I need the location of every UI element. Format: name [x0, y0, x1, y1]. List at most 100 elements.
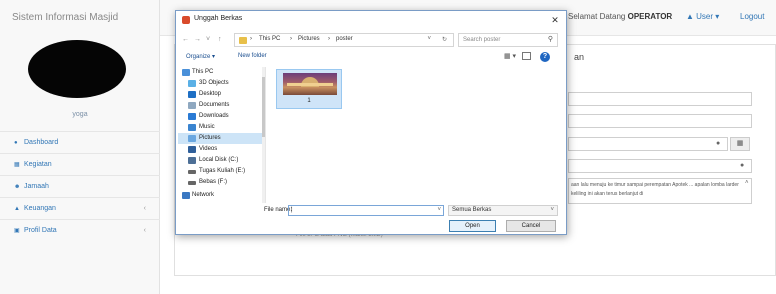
tree-item-label: Downloads — [199, 113, 229, 119]
tree-item-label: Desktop — [199, 91, 222, 97]
tree-item-pictures[interactable]: Pictures — [178, 133, 262, 144]
calendar-icon: ▦ — [736, 140, 744, 147]
refresh-icon[interactable]: ↻ — [442, 36, 447, 43]
welcome-prefix: Selamat Datang — [568, 12, 626, 21]
organize-button[interactable]: Organize ▾ — [186, 53, 215, 60]
sidebar-item-keuangan[interactable]: ▲ Keuangan ‹ — [0, 197, 160, 219]
user-name: yoga — [72, 111, 88, 118]
forward-icon[interactable]: → — [194, 33, 201, 47]
open-button[interactable]: Open — [449, 220, 496, 232]
description-textarea[interactable]: aan lalu menuju ke timur sampai perempat… — [568, 178, 752, 204]
search-input[interactable]: Search poster ⚲ — [458, 33, 558, 47]
search-placeholder: Search poster — [463, 37, 501, 43]
help-icon[interactable]: ? — [540, 52, 550, 62]
file-name: 1 — [307, 98, 311, 104]
sidebar-item-label: Jamaah — [24, 183, 49, 190]
tree-item-label: Network — [192, 192, 215, 198]
address-row: ← → ˅ ↑ › This PC › Pictures › poster ˅ … — [176, 33, 566, 47]
logout-link[interactable]: Logout — [740, 12, 764, 21]
text-field[interactable] — [568, 114, 752, 128]
calendar-button[interactable]: ▦ — [730, 137, 750, 151]
up-icon[interactable]: ↑ — [218, 33, 222, 47]
tree-item-label: Pictures — [199, 135, 221, 141]
chevron-down-icon: ˅ — [550, 207, 554, 213]
organize-label: Organize — [186, 54, 211, 60]
text-field[interactable] — [568, 92, 752, 106]
preview-pane-icon[interactable] — [522, 52, 531, 60]
thumbnail-band — [287, 83, 333, 86]
tree-item-network[interactable]: Network — [178, 190, 262, 201]
breadcrumb-pictures[interactable]: Pictures — [298, 36, 320, 42]
pictures-icon — [188, 135, 196, 142]
dashboard-icon: ● — [14, 139, 18, 146]
download-icon — [188, 113, 196, 120]
tree-item-label: Tugas Kuliah (E:) — [199, 168, 246, 174]
back-icon[interactable]: ← — [182, 33, 189, 47]
clear-icon[interactable]: ● — [716, 140, 720, 147]
chevron-left-icon: ‹ — [143, 227, 146, 234]
breadcrumb-poster[interactable]: poster — [336, 36, 353, 42]
sidebar-item-dashboard[interactable]: ● Dashboard — [0, 131, 160, 153]
user-menu[interactable]: ▲ User ▾ — [686, 12, 719, 21]
time-field[interactable] — [568, 159, 752, 173]
tree-item-label: Local Disk (C:) — [199, 157, 239, 163]
file-type-select[interactable]: Semua Berkas ˅ — [448, 205, 558, 216]
view-options-icon[interactable]: ▦ ▾ — [504, 52, 516, 60]
video-icon — [188, 146, 196, 153]
tree-item-desktop[interactable]: Desktop — [178, 89, 262, 100]
tree-item-downloads[interactable]: Downloads — [178, 111, 262, 122]
breadcrumb-this-pc[interactable]: This PC — [259, 36, 280, 42]
users-icon: ☻ — [14, 183, 21, 190]
image-thumbnail — [283, 73, 337, 95]
music-icon — [188, 124, 196, 131]
dialog-title-bar[interactable]: Unggah Berkas ✕ — [176, 11, 566, 29]
chevron-down-icon[interactable]: ˅ — [427, 36, 431, 42]
tree-item-3d-objects[interactable]: 3D Objects — [178, 78, 262, 89]
chart-icon: ▲ — [14, 205, 20, 212]
navigation-pane: This PC 3D Objects Desktop Documents Dow… — [178, 67, 266, 203]
tree-item-documents[interactable]: Documents — [178, 100, 262, 111]
clear-icon[interactable]: ● — [740, 162, 744, 169]
file-list: 1 — [272, 69, 562, 199]
nav-scrollbar[interactable] — [262, 67, 265, 203]
tree-item-music[interactable]: Music — [178, 122, 262, 133]
tree-item-tugas-kuliah-e[interactable]: Tugas Kuliah (E:) — [178, 166, 262, 177]
file-type-value: Semua Berkas — [452, 207, 492, 213]
sidebar-item-kegiatan[interactable]: ▦ Kegiatan — [0, 153, 160, 175]
chevron-down-icon[interactable]: ˅ — [437, 206, 441, 215]
tree-item-this-pc[interactable]: This PC — [178, 67, 262, 78]
dialog-title: Unggah Berkas — [194, 15, 243, 22]
recent-dropdown-icon[interactable]: ˅ — [206, 33, 210, 47]
tree-item-videos[interactable]: Videos — [178, 144, 262, 155]
tree-item-label: Documents — [199, 102, 230, 108]
pc-icon — [182, 69, 190, 76]
tree-item-local-disk-c[interactable]: Local Disk (C:) — [178, 155, 262, 166]
tree-item-label: This PC — [192, 69, 214, 75]
file-icon: ▣ — [14, 228, 20, 234]
browser-app-icon — [182, 16, 190, 24]
desktop-icon — [188, 91, 196, 98]
scrollbar-thumb[interactable] — [262, 77, 265, 137]
scroll-up-icon[interactable]: ˄ — [745, 180, 749, 186]
cancel-button[interactable]: Cancel — [506, 220, 556, 232]
network-icon — [182, 192, 190, 199]
date-field[interactable] — [568, 137, 728, 151]
file-item[interactable]: 1 — [276, 69, 342, 109]
sidebar-item-profil-data[interactable]: ▣ Profil Data ‹ — [0, 219, 160, 241]
file-name-input[interactable]: | ˅ — [288, 205, 444, 216]
panel-title: an — [574, 52, 585, 62]
cube-icon — [188, 80, 196, 87]
sidebar-item-jamaah[interactable]: ☻ Jamaah — [0, 175, 160, 197]
close-icon[interactable]: ✕ — [548, 13, 562, 27]
tree-item-bebas-f[interactable]: Bebas (F:) — [178, 177, 262, 188]
user-icon: ▲ — [686, 12, 694, 21]
breadcrumb-separator: › — [250, 36, 252, 42]
address-bar[interactable]: › This PC › Pictures › poster ˅ ↻ — [234, 33, 454, 47]
tree-item-label: Videos — [199, 146, 218, 152]
sidebar-item-label: Kegiatan — [24, 161, 52, 168]
breadcrumb-separator: › — [290, 36, 292, 42]
dialog-toolbar: Organize ▾ New folder ▦ ▾ ? — [176, 51, 566, 65]
tree-item-label: Bebas (F:) — [199, 179, 228, 185]
new-folder-button[interactable]: New folder — [238, 53, 267, 59]
app-brand[interactable]: Sistem Informasi Masjid — [12, 12, 118, 23]
